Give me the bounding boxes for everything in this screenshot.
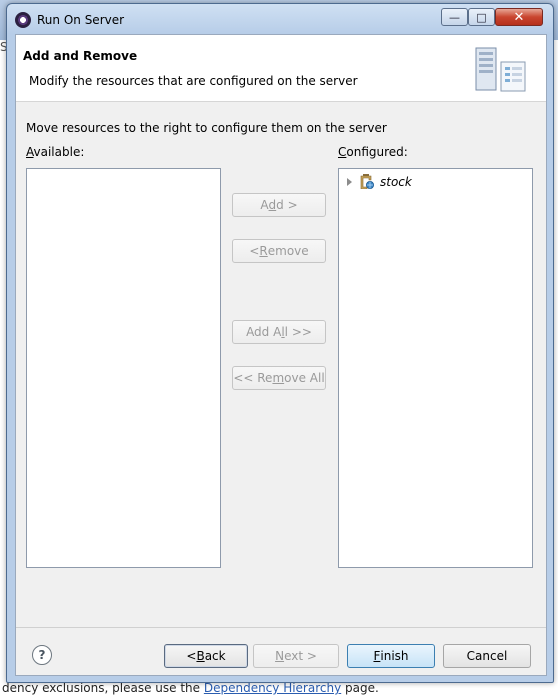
add-all-button[interactable]: Add All >> bbox=[232, 320, 326, 344]
web-project-icon bbox=[360, 174, 374, 189]
title-bar[interactable]: Run On Server — □ ✕ bbox=[7, 4, 553, 34]
background-bottom-text: dency exclusions, please use the Depende… bbox=[2, 681, 379, 695]
minimize-button[interactable]: — bbox=[441, 8, 468, 26]
remove-all-button[interactable]: << Re m ove All bbox=[232, 366, 326, 390]
back-button[interactable]: < Back bbox=[164, 644, 248, 668]
project-label: stock bbox=[380, 174, 412, 189]
maximize-button[interactable]: □ bbox=[468, 8, 495, 26]
dependency-hierarchy-link[interactable]: Dependency Hierarchy bbox=[204, 681, 341, 695]
tree-item-stock[interactable]: stock bbox=[347, 174, 412, 189]
help-icon[interactable]: ? bbox=[32, 645, 52, 665]
page-title: Add and Remove bbox=[23, 49, 138, 63]
finish-button[interactable]: Finish bbox=[347, 644, 435, 668]
eclipse-icon bbox=[15, 12, 31, 28]
server-banner-icon bbox=[475, 47, 526, 92]
available-list[interactable] bbox=[26, 168, 221, 568]
next-button[interactable]: Next > bbox=[253, 644, 339, 668]
available-label: Available: bbox=[26, 145, 85, 159]
remove-button[interactable]: < Remove bbox=[232, 239, 326, 263]
dialog-client-area: Add and Remove Modify the resources that… bbox=[15, 34, 547, 676]
run-on-server-dialog: Run On Server — □ ✕ Add and Remove Modif… bbox=[6, 3, 554, 683]
add-button[interactable]: Add > bbox=[232, 193, 326, 217]
configured-label: Configured: bbox=[338, 145, 408, 159]
window-title: Run On Server bbox=[37, 13, 125, 27]
wizard-header: Add and Remove Modify the resources that… bbox=[16, 35, 546, 102]
instructions-text: Move resources to the right to configure… bbox=[26, 121, 387, 135]
configured-list[interactable]: stock bbox=[338, 168, 533, 568]
close-button[interactable]: ✕ bbox=[495, 8, 543, 26]
cancel-button[interactable]: Cancel bbox=[443, 644, 531, 668]
expand-arrow-icon[interactable] bbox=[347, 177, 352, 186]
page-description: Modify the resources that are configured… bbox=[29, 74, 358, 88]
footer-separator bbox=[16, 627, 546, 628]
